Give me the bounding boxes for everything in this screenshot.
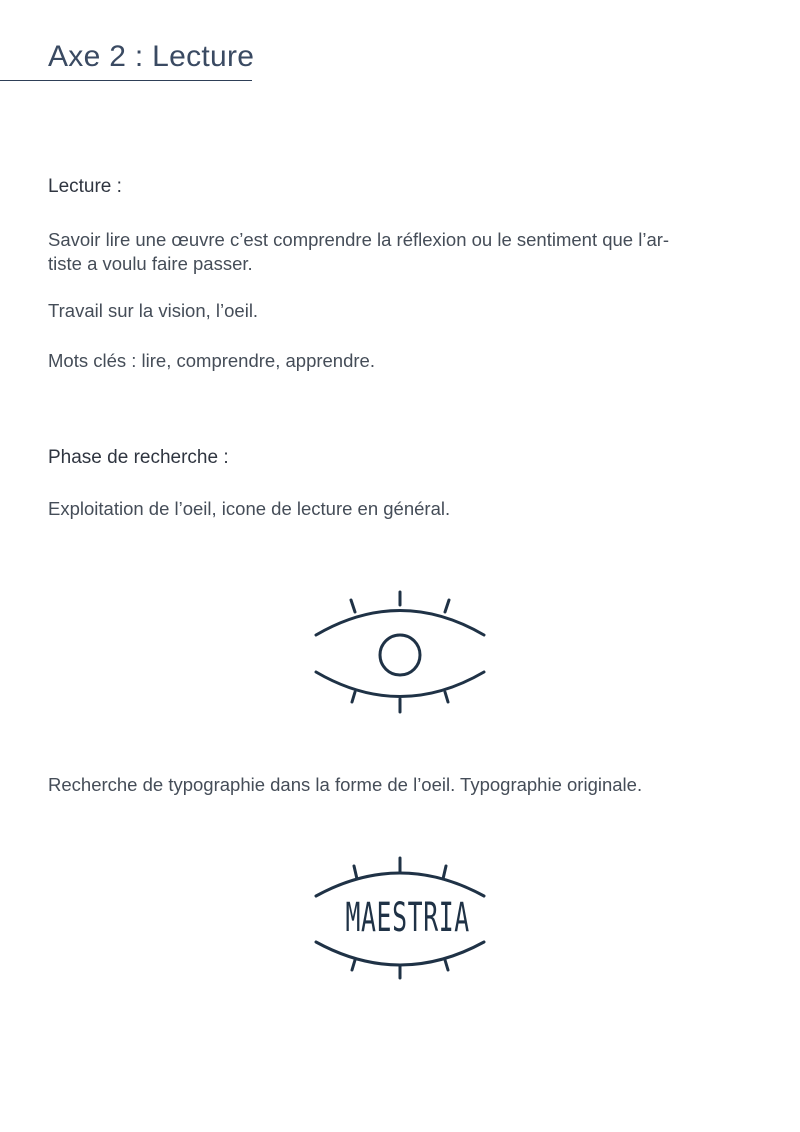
logo-text: MAESTRIA xyxy=(345,895,470,941)
paragraph-exploitation: Exploitation de l’oeil, icone de lecture… xyxy=(48,498,451,519)
paragraph-line: Savoir lire une œuvre c’est comprendre l… xyxy=(48,229,670,250)
eye-icon xyxy=(314,590,486,714)
paragraph-lecture-definition: Savoir lire une œuvre c’est comprendre l… xyxy=(48,228,748,276)
paragraph-typography: Recherche de typographie dans la forme d… xyxy=(48,774,643,795)
page-title: Axe 2 : Lecture xyxy=(48,40,255,73)
title-underline xyxy=(0,80,252,81)
section-heading-recherche: Phase de recherche : xyxy=(48,447,229,468)
paragraph-vision: Travail sur la vision, l’oeil. xyxy=(48,300,259,321)
paragraph-keywords: Mots clés : lire, comprendre, apprendre. xyxy=(48,350,375,371)
section-heading-lecture: Lecture : xyxy=(48,176,122,197)
maestria-logo: MAESTRIA xyxy=(312,854,488,982)
paragraph-line: tiste a voulu faire passer. xyxy=(48,253,253,274)
